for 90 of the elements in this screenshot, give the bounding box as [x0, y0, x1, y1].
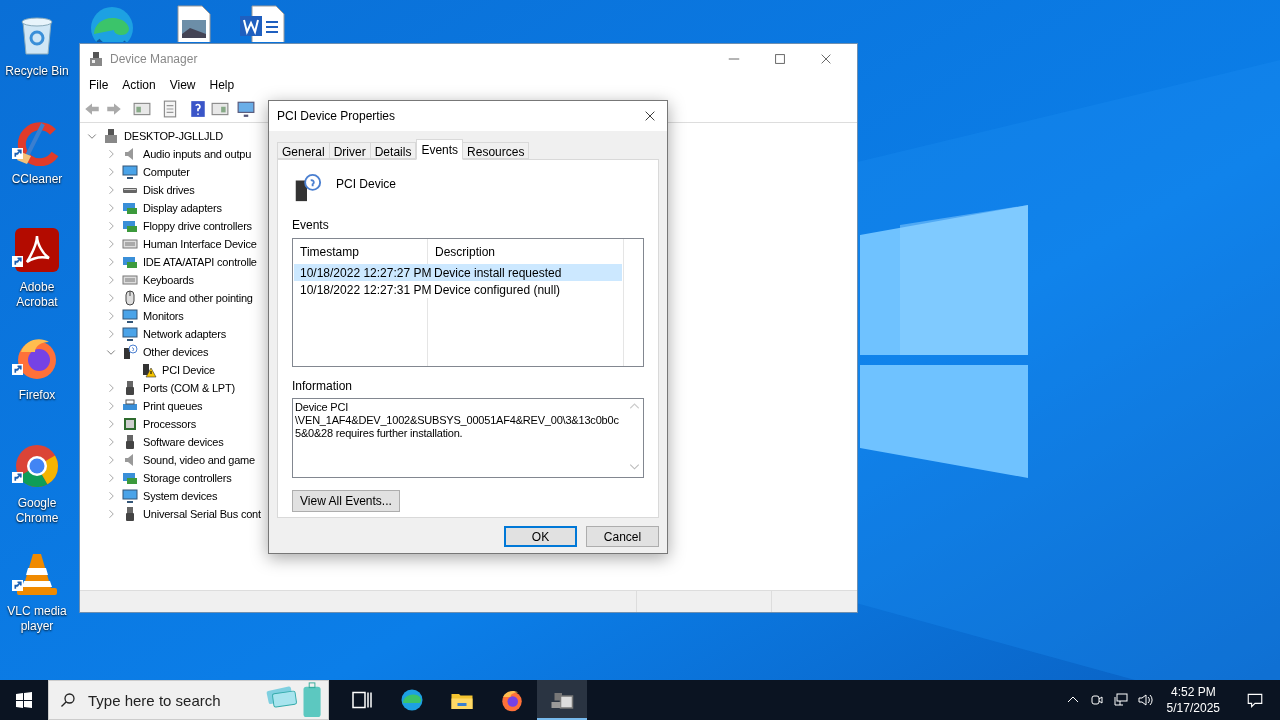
- tree-item[interactable]: PCI Device: [162, 361, 216, 379]
- unknown-device-icon: [122, 344, 138, 360]
- section-label: Events: [292, 217, 330, 234]
- table-cell-text: Device install requested: [433, 264, 563, 282]
- keyboard-icon: [122, 272, 138, 288]
- tab[interactable]: Events: [416, 139, 464, 160]
- adapter-card-icon: [122, 200, 138, 216]
- clock-time: 4:52 PM: [1170, 684, 1216, 700]
- shortcut-arrow-icon: [12, 472, 23, 483]
- section-label: Information: [292, 378, 354, 395]
- tree-item[interactable]: Universal Serial Bus cont: [143, 505, 261, 523]
- tree-item[interactable]: Processors: [143, 415, 197, 433]
- desktop-icon-label[interactable]: CCleaner: [9, 172, 65, 187]
- notifications-icon[interactable]: [1246, 691, 1264, 709]
- view-all-events-button[interactable]: View All Events...: [292, 490, 400, 512]
- clock[interactable]: 4:52 PM 5/17/2025: [1160, 684, 1226, 716]
- network-icon[interactable]: [1112, 692, 1129, 708]
- desktop-icon-label[interactable]: Firefox: [16, 388, 58, 403]
- desktop-icon-label[interactable]: VLC media player: [0, 604, 74, 634]
- desktop-icon-label[interactable]: Adobe Acrobat: [0, 280, 74, 310]
- device-manager-icon: [88, 50, 104, 67]
- tree-item[interactable]: Sound, video and game: [143, 451, 255, 469]
- dialog-button[interactable]: Cancel: [586, 526, 659, 547]
- tab[interactable]: Driver: [328, 142, 371, 159]
- column-header[interactable]: Description: [428, 239, 624, 264]
- tree-item[interactable]: Display adapters: [143, 199, 222, 217]
- tree-item[interactable]: Disk drives: [143, 181, 195, 199]
- clock-date: 5/17/2025: [1166, 700, 1220, 716]
- round-browser-icon[interactable]: [13, 442, 61, 490]
- properties-icon[interactable]: [133, 100, 151, 118]
- desktop-icon-label[interactable]: Recycle Bin: [3, 64, 71, 79]
- tree-item[interactable]: Print queues: [143, 397, 203, 415]
- tree-item[interactable]: DESKTOP-JGLLJLD: [124, 127, 223, 145]
- help-icon[interactable]: [189, 100, 207, 118]
- adapter-card-icon: [122, 254, 138, 270]
- chip-icon: [122, 416, 138, 432]
- menu-item[interactable]: Action: [115, 75, 163, 94]
- start-button[interactable]: [16, 692, 32, 708]
- camera-icon[interactable]: [1088, 692, 1105, 708]
- tree-item[interactable]: Monitors: [143, 307, 184, 325]
- dialog-title: PCI Device Properties: [277, 108, 397, 125]
- tree-item[interactable]: Mice and other pointing: [143, 289, 253, 307]
- adapter-card-icon: [122, 470, 138, 486]
- monitor-icon: [122, 326, 138, 342]
- tree-item[interactable]: Floppy drive controllers: [143, 217, 252, 235]
- tree-item[interactable]: System devices: [143, 487, 218, 505]
- event-row[interactable]: 10/18/2022 12:27:27 PM Device install requested: [294, 264, 623, 281]
- tree-item[interactable]: Storage controllers: [143, 469, 232, 487]
- tree-item[interactable]: Ports (COM & LPT): [143, 379, 235, 397]
- shortcut-arrow-icon: [12, 256, 23, 267]
- menu-item[interactable]: View: [162, 75, 203, 94]
- volume-icon[interactable]: [1136, 692, 1153, 708]
- desktop-icon-label[interactable]: Google Chrome: [0, 496, 74, 526]
- browser-swirl-icon[interactable]: [400, 688, 424, 712]
- tab[interactable]: Resources: [462, 142, 530, 159]
- page-icon[interactable]: [161, 100, 179, 118]
- window-title: Device Manager: [110, 50, 199, 68]
- device-name: PCI Device: [336, 176, 397, 193]
- search-icon: [60, 692, 76, 708]
- computer-icon: [103, 128, 119, 144]
- fox-globe-icon[interactable]: [500, 688, 524, 712]
- close-button[interactable]: [643, 109, 657, 123]
- tree-item[interactable]: Human Interface Device: [143, 235, 257, 253]
- tree-item[interactable]: Audio inputs and outpu: [143, 145, 252, 163]
- menu-item[interactable]: Help: [202, 75, 242, 94]
- monitor-icon[interactable]: [237, 100, 255, 118]
- shortcut-arrow-icon: [12, 364, 23, 375]
- search-field[interactable]: Type here to search: [48, 680, 329, 720]
- monitor-icon: [122, 308, 138, 324]
- adapter-card-icon: [122, 218, 138, 234]
- tree-item[interactable]: Computer: [143, 163, 190, 181]
- keyboard-icon: [122, 236, 138, 252]
- menu-item[interactable]: File: [82, 75, 116, 94]
- tree-item[interactable]: Network adapters: [143, 325, 226, 343]
- tree-item[interactable]: Keyboards: [143, 271, 194, 289]
- information-text: Device PCI \VEN_1AF4&DEV_1002&SUBSYS_00051AF4&REV_00\3&13c0b0c5&0&28 requires further installation.: [294, 400, 620, 441]
- shortcut-arrow-icon: [12, 148, 23, 159]
- tree-item[interactable]: Software devices: [143, 433, 224, 451]
- tree-item[interactable]: IDE ATA/ATAPI controlle: [143, 253, 257, 271]
- tab[interactable]: Details: [369, 142, 417, 159]
- table-cell-text: Device configured (null): [433, 281, 562, 299]
- tree-item[interactable]: Other devices: [143, 343, 209, 361]
- shortcut-arrow-icon: [12, 580, 23, 591]
- view-icon[interactable]: [211, 100, 229, 118]
- mouse-icon: [122, 290, 138, 306]
- warning-device-icon: [141, 362, 157, 378]
- tab[interactable]: General: [277, 142, 330, 159]
- monitor-icon: [122, 488, 138, 504]
- monitor-icon: [122, 164, 138, 180]
- dialog-button[interactable]: OK: [504, 526, 577, 547]
